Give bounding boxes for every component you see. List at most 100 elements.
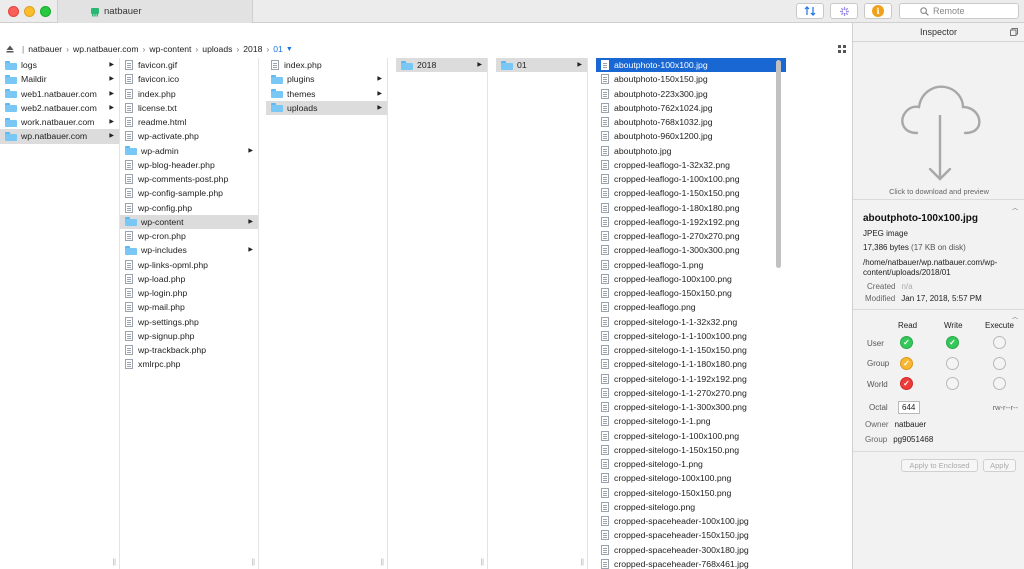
list-item[interactable]: cropped-leaflogo-100x100.png	[596, 272, 786, 286]
user-read-checkbox[interactable]: ✓	[900, 336, 913, 349]
list-item[interactable]: index.php	[120, 87, 258, 101]
list-item[interactable]: web2.natbauer.com ▶	[0, 101, 119, 115]
list-item[interactable]: cropped-leaflogo.png	[596, 300, 786, 314]
list-item[interactable]: cropped-leaflogo-1-150x150.png	[596, 186, 786, 200]
list-item[interactable]: wp-login.php	[120, 286, 258, 300]
list-item[interactable]: wp-comments-post.php	[120, 172, 258, 186]
list-item[interactable]: logs ▶	[0, 58, 119, 72]
column-resize-handle[interactable]: ||	[251, 559, 255, 566]
list-item[interactable]: cropped-sitelogo-1-1-100x100.png	[596, 329, 786, 343]
list-item[interactable]: aboutphoto-960x1200.jpg	[596, 129, 786, 143]
breadcrumb-2018[interactable]: 2018	[243, 44, 262, 54]
octal-input[interactable]: 644	[898, 401, 920, 414]
column-scrollbar[interactable]	[776, 60, 781, 268]
list-item[interactable]: aboutphoto-762x1024.jpg	[596, 101, 786, 115]
list-item[interactable]: themes ▶	[266, 87, 387, 101]
list-item[interactable]: wp-mail.php	[120, 300, 258, 314]
list-item[interactable]: aboutphoto-768x1032.jpg	[596, 115, 786, 129]
list-item[interactable]: cropped-sitelogo-1-1-150x150.png	[596, 343, 786, 357]
list-item[interactable]: cropped-sitelogo-1-1-300x300.png	[596, 400, 786, 414]
list-item[interactable]: cropped-sitelogo-1-150x150.png	[596, 443, 786, 457]
list-item[interactable]: index.php	[266, 58, 387, 72]
list-item[interactable]: aboutphoto-150x150.jpg	[596, 72, 786, 86]
list-item[interactable]: readme.html	[120, 115, 258, 129]
list-item[interactable]: wp-settings.php	[120, 315, 258, 329]
list-item[interactable]: aboutphoto.jpg	[596, 144, 786, 158]
eject-icon[interactable]	[6, 45, 14, 53]
world-read-checkbox[interactable]: ✓	[900, 377, 913, 390]
list-item[interactable]: aboutphoto-223x300.jpg	[596, 87, 786, 101]
list-item[interactable]: 01 ▶	[496, 58, 587, 73]
copy-icon[interactable]	[1010, 28, 1018, 36]
list-item[interactable]: wp-trackback.php	[120, 343, 258, 357]
column-resize-handle[interactable]: ||	[112, 559, 116, 566]
list-item[interactable]: work.natbauer.com ▶	[0, 115, 119, 129]
list-item[interactable]: cropped-sitelogo-1-100x100.png	[596, 429, 786, 443]
column-resize-handle[interactable]: ||	[580, 559, 584, 566]
list-item[interactable]: aboutphoto-100x100.jpg	[596, 58, 786, 73]
transfer-button[interactable]	[796, 3, 824, 19]
list-item[interactable]: cropped-sitelogo-1-1-32x32.png	[596, 315, 786, 329]
list-item[interactable]: cropped-leaflogo-1.png	[596, 258, 786, 272]
list-item[interactable]: cropped-leaflogo-1-32x32.png	[596, 158, 786, 172]
world-write-checkbox[interactable]	[946, 377, 959, 390]
list-item[interactable]: cropped-leaflogo-1-192x192.png	[596, 215, 786, 229]
list-item[interactable]: cropped-spaceheader-768x461.jpg	[596, 557, 786, 569]
chevron-down-icon[interactable]: ▼	[286, 46, 293, 53]
list-item[interactable]: cropped-leaflogo-1-300x300.png	[596, 243, 786, 257]
close-window-button[interactable]	[8, 6, 19, 17]
column-resize-handle[interactable]: ||	[480, 559, 484, 566]
maximize-window-button[interactable]	[40, 6, 51, 17]
breadcrumb-01[interactable]: 01	[273, 44, 283, 54]
list-item[interactable]: cropped-sitelogo-1-1-180x180.png	[596, 357, 786, 371]
list-item[interactable]: wp-activate.php	[120, 129, 258, 143]
view-grid-icon[interactable]	[838, 45, 846, 53]
list-item[interactable]: wp-cron.php	[120, 229, 258, 243]
breadcrumb-uploads[interactable]: uploads	[202, 44, 232, 54]
list-item[interactable]: cropped-sitelogo-1-1-192x192.png	[596, 372, 786, 386]
breadcrumb-natbauer[interactable]: natbauer	[28, 44, 62, 54]
list-item[interactable]: cropped-leaflogo-1-270x270.png	[596, 229, 786, 243]
list-item[interactable]: xmlrpc.php	[120, 357, 258, 371]
list-item[interactable]: favicon.ico	[120, 72, 258, 86]
list-item[interactable]: cropped-leaflogo-1-100x100.png	[596, 172, 786, 186]
list-item[interactable]: Maildir ▶	[0, 72, 119, 86]
apply-to-enclosed-button[interactable]: Apply to Enclosed	[901, 459, 978, 472]
list-item[interactable]: wp-blog-header.php	[120, 158, 258, 172]
list-item[interactable]: favicon.gif	[120, 58, 258, 72]
user-execute-checkbox[interactable]	[993, 336, 1006, 349]
group-read-checkbox[interactable]: ✓	[900, 357, 913, 370]
group-execute-checkbox[interactable]	[993, 357, 1006, 370]
list-item[interactable]: cropped-spaceheader-300x180.jpg	[596, 543, 786, 557]
list-item[interactable]: wp-admin ▶	[120, 144, 258, 158]
list-item[interactable]: cropped-sitelogo-100x100.png	[596, 471, 786, 485]
group-write-checkbox[interactable]	[946, 357, 959, 370]
breadcrumb-wp-natbauer[interactable]: wp.natbauer.com	[73, 44, 138, 54]
breadcrumb-wp-content[interactable]: wp-content	[149, 44, 191, 54]
list-item[interactable]: plugins ▶	[266, 72, 387, 86]
list-item[interactable]: wp-links-opml.php	[120, 258, 258, 272]
list-item[interactable]: cropped-sitelogo-150x150.png	[596, 486, 786, 500]
list-item[interactable]: wp-config-sample.php	[120, 186, 258, 200]
activity-button[interactable]	[830, 3, 858, 19]
list-item[interactable]: cropped-sitelogo.png	[596, 500, 786, 514]
cloud-download-icon[interactable]	[897, 75, 983, 185]
list-item[interactable]: cropped-spaceheader-100x100.jpg	[596, 514, 786, 528]
connection-tab[interactable]: natbauer	[57, 0, 253, 23]
list-item[interactable]: wp-includes ▶	[120, 243, 258, 257]
list-item[interactable]: web1.natbauer.com ▶	[0, 87, 119, 101]
list-item[interactable]: wp-load.php	[120, 272, 258, 286]
list-item[interactable]: wp-signup.php	[120, 329, 258, 343]
user-write-checkbox[interactable]: ✓	[946, 336, 959, 349]
list-item[interactable]: wp-config.php	[120, 201, 258, 215]
collapse-chevron-icon[interactable]: ︿	[1012, 312, 1018, 321]
list-item[interactable]: 2018 ▶	[396, 58, 487, 73]
list-item[interactable]: cropped-sitelogo-1.png	[596, 457, 786, 471]
minimize-window-button[interactable]	[24, 6, 35, 17]
apply-button[interactable]: Apply	[983, 459, 1016, 472]
list-item[interactable]: cropped-sitelogo-1-1-270x270.png	[596, 386, 786, 400]
info-button[interactable]: i	[864, 3, 892, 19]
list-item[interactable]: wp.natbauer.com ▶	[0, 129, 119, 144]
column-resize-handle[interactable]: ||	[380, 559, 384, 566]
remote-search-field[interactable]: Remote	[899, 3, 1019, 19]
